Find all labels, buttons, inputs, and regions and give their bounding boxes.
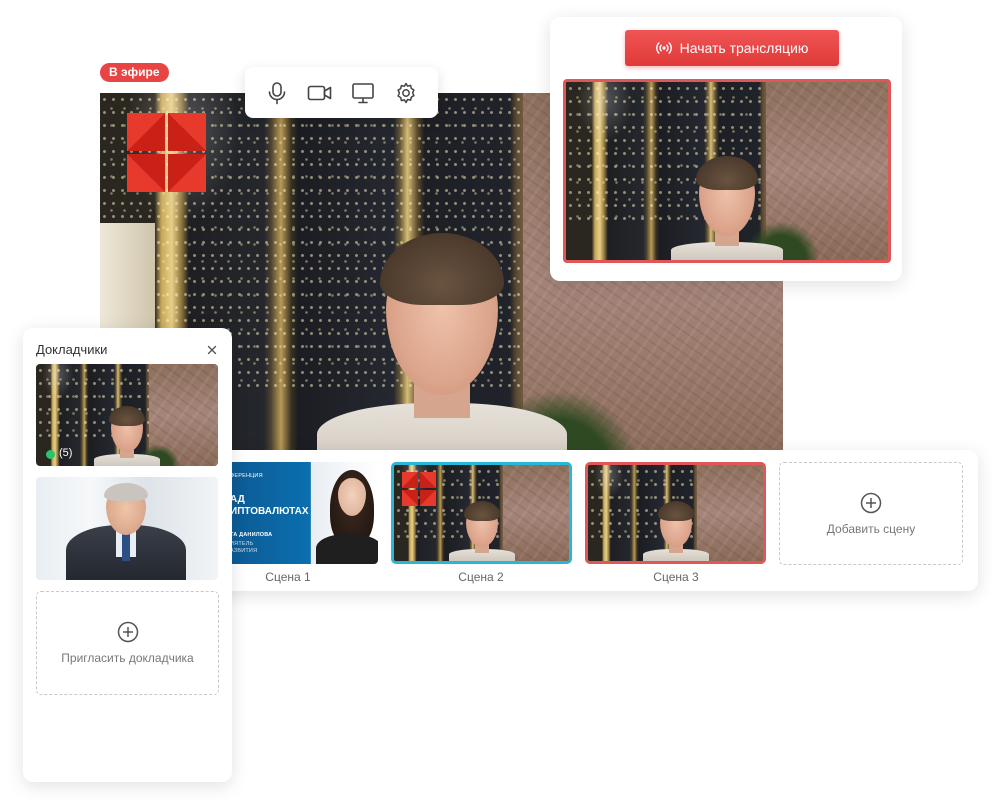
slide-speaker-role-2: АЗВИТИЯ <box>230 548 258 554</box>
microphone-icon <box>268 81 285 104</box>
presenter <box>447 491 517 561</box>
slide-title-line-2: ИПТОВАЛЮТАХ <box>230 506 309 517</box>
start-broadcast-button[interactable]: Начать трансляцию <box>625 30 839 66</box>
presenter <box>667 145 787 260</box>
speaker-tie <box>122 531 130 561</box>
settings-icon <box>397 82 416 103</box>
scene-2-label: Сцена 2 <box>458 570 504 584</box>
microphone-button[interactable] <box>261 77 293 109</box>
slide-speaker-name: ТА ДАНИЛОВА <box>230 532 273 538</box>
slide-caption: ФЕРЕНЦИЯ <box>230 473 263 479</box>
speakers-title: Докладчики <box>36 342 108 357</box>
presenter <box>92 396 162 466</box>
brand-logo <box>402 472 436 506</box>
speaker-1-count: (5) <box>59 447 73 459</box>
camera-button[interactable] <box>304 77 336 109</box>
slide-title-line-1: АД <box>230 494 245 505</box>
screen-share-icon <box>352 82 374 103</box>
plus-circle-icon <box>117 621 138 643</box>
online-status-dot <box>46 450 55 459</box>
speaker-2-tile[interactable] <box>36 477 218 580</box>
speaker-1-tile[interactable]: (5) <box>36 364 218 466</box>
plus-circle-icon <box>860 492 882 513</box>
presenter <box>641 491 711 561</box>
speaker-hair <box>104 483 148 501</box>
settings-button[interactable] <box>390 77 422 109</box>
broadcast-icon <box>655 42 672 54</box>
live-badge: В эфире <box>100 63 169 82</box>
scene-3-thumbnail[interactable] <box>585 462 766 564</box>
invite-speaker-button[interactable]: Пригласить докладчика <box>36 591 219 695</box>
invite-speaker-label: Пригласить докладчика <box>61 651 194 665</box>
screen-share-button[interactable] <box>347 77 379 109</box>
presenter <box>312 233 572 473</box>
scene-1-thumbnail[interactable]: ФЕРЕНЦИЯ АД ИПТОВАЛЮТАХ ТА ДАНИЛОВА ИЯТЕ… <box>228 462 378 564</box>
broadcast-preview <box>563 79 891 263</box>
speaker-photo-body <box>316 534 378 564</box>
start-broadcast-label: Начать трансляцию <box>679 40 809 56</box>
scene-1-label: Сцена 1 <box>265 570 311 584</box>
scene-3-label: Сцена 3 <box>653 570 699 584</box>
add-scene-button[interactable]: Добавить сцену <box>779 462 963 565</box>
add-scene-label: Добавить сцену <box>826 521 916 536</box>
close-icon[interactable] <box>207 345 217 355</box>
media-toolbar <box>245 67 438 118</box>
brand-logo <box>127 113 206 192</box>
camera-icon <box>307 85 332 100</box>
scene-2-thumbnail[interactable] <box>391 462 572 564</box>
slide-speaker-role-1: ИЯТЕЛЬ <box>230 541 254 547</box>
